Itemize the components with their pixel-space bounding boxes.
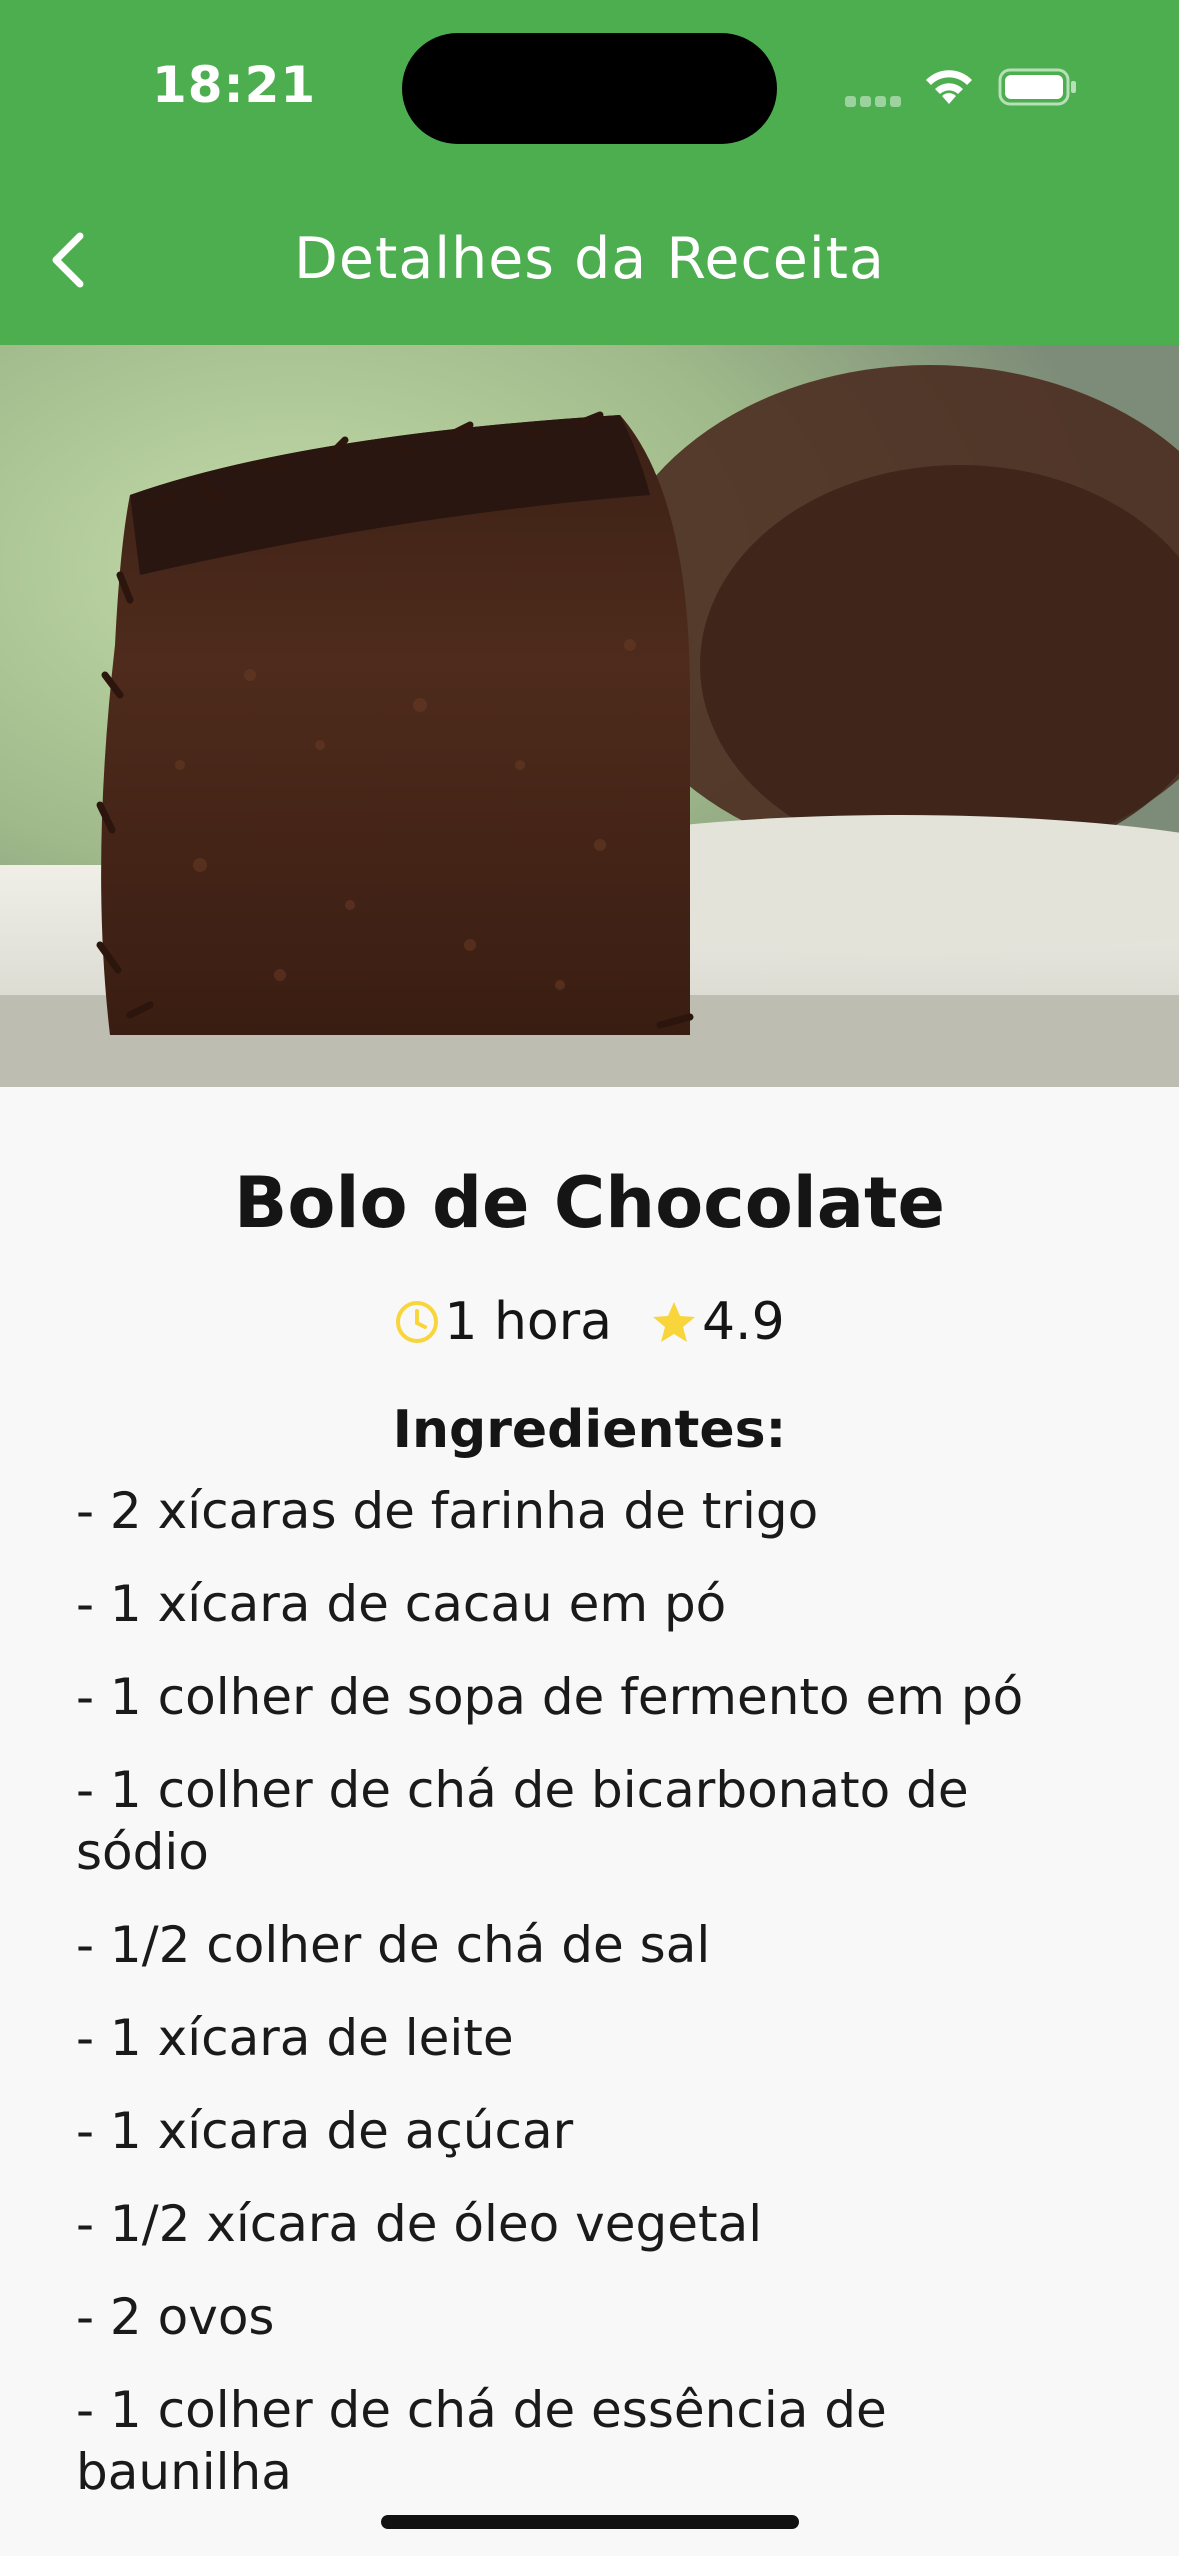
rating-value: 4.9 (701, 1292, 785, 1352)
list-item: - 1 xícara de leite (76, 2009, 514, 2067)
list-item: - 1/2 colher de chá de sal (76, 1916, 711, 1974)
star-icon (652, 1302, 695, 1342)
list-item: - 1 xícara de açúcar (76, 2102, 574, 2160)
list-item: - 1 xícara de cacau em pó (76, 1575, 727, 1633)
ingredients-list: - 2 xícaras de farinha de trigo - 1 xíca… (76, 1480, 1076, 2534)
battery-icon (998, 68, 1076, 106)
recipe-meta: 1 hora 4.9 (0, 1292, 1179, 1352)
list-item: - 1/2 xícara de óleo vegetal (76, 2195, 763, 2253)
prep-time-value: 1 hora (444, 1292, 612, 1352)
recipe-image (0, 345, 1179, 1087)
chocolate-cake-photo (0, 345, 1179, 1087)
app-header: 18:21 Detalhes da Receita (0, 0, 1179, 345)
status-time: 18:21 (152, 56, 317, 114)
list-item: - 1 colher de chá de bicarbonato de sódi… (76, 1761, 969, 1881)
list-item: - 2 xícaras de farinha de trigo (76, 1482, 819, 1540)
list-item: - 1 colher de chá de essência de baunilh… (76, 2381, 887, 2501)
dynamic-island (402, 33, 777, 144)
recipe-details-screen: 18:21 Detalhes da Receita Bolo de Chocol… (0, 0, 1179, 2556)
list-item: - 2 ovos (76, 2288, 275, 2346)
recipe-title: Bolo de Chocolate (234, 1162, 945, 1244)
clock-icon (396, 1301, 439, 1343)
page-title: Detalhes da Receita (294, 226, 885, 292)
list-item: - 1 colher de sopa de fermento em pó (76, 1668, 1024, 1726)
home-indicator[interactable] (381, 2515, 799, 2529)
ingredients-heading: Ingredientes: (392, 1400, 787, 1460)
prep-time: 1 hora (394, 1292, 612, 1352)
rating: 4.9 (650, 1292, 785, 1352)
cellular-signal-icon (845, 92, 905, 108)
wifi-icon (926, 70, 972, 104)
